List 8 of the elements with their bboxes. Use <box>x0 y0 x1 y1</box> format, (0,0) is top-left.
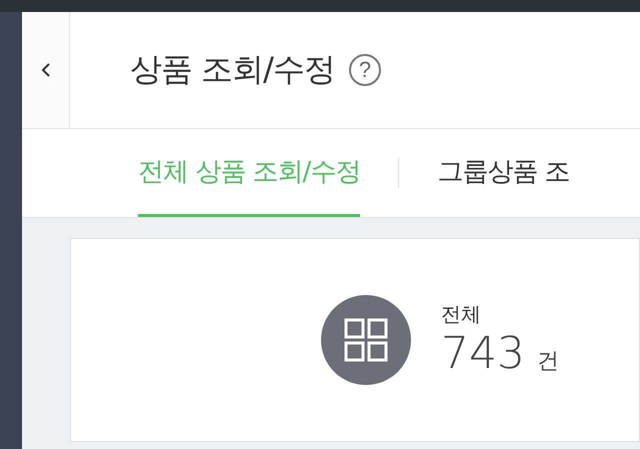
chevron-left-icon <box>40 63 50 77</box>
help-button[interactable]: ? <box>348 54 381 86</box>
page-title: 상품 조회/수정 <box>130 49 335 90</box>
summary-label: 전체 <box>441 301 482 328</box>
collapse-button[interactable] <box>22 12 70 128</box>
tab[interactable]: 그룹상품 조 <box>437 129 570 217</box>
product-count: 743 <box>441 328 525 379</box>
count-unit: 건 <box>536 348 559 376</box>
